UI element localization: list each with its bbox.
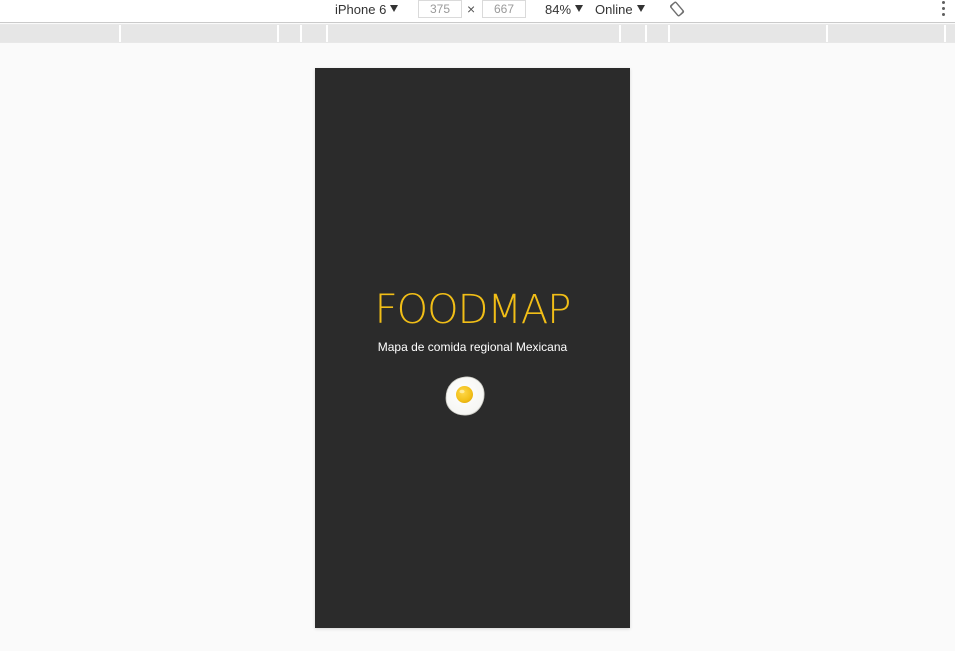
fried-egg-icon (443, 374, 487, 418)
media-query-bar (0, 24, 955, 43)
rotate-icon (669, 1, 685, 17)
width-input[interactable] (418, 0, 462, 18)
media-query-segment[interactable] (119, 25, 277, 42)
network-throttle-select[interactable]: Online (595, 0, 645, 22)
more-options-button[interactable] (938, 1, 948, 18)
media-query-segment[interactable] (0, 25, 119, 42)
media-query-segment[interactable] (645, 25, 668, 42)
app-title: FOODMAP (374, 287, 572, 333)
media-query-segment[interactable] (944, 25, 955, 42)
media-query-segment[interactable] (300, 25, 326, 42)
caret-down-icon (390, 5, 399, 12)
rotate-button[interactable] (669, 1, 685, 17)
network-select-label: Online (595, 2, 633, 17)
dimension-separator: × (467, 1, 476, 17)
media-query-segment[interactable] (277, 25, 300, 42)
more-vertical-icon (938, 1, 948, 16)
device-toolbar: iPhone 6 × 84% Online (0, 0, 955, 23)
device-select[interactable]: iPhone 6 (335, 0, 399, 22)
caret-down-icon (636, 5, 645, 12)
height-input[interactable] (482, 0, 526, 18)
caret-down-icon (575, 5, 584, 12)
device-viewport: FOODMAP Mapa de comida regional Mexicana (315, 68, 630, 628)
zoom-select[interactable]: 84% (545, 0, 584, 22)
zoom-select-label: 84% (545, 2, 572, 17)
device-select-label: iPhone 6 (335, 2, 387, 17)
media-query-segment[interactable] (326, 25, 619, 42)
media-query-segment[interactable] (619, 25, 645, 42)
media-query-segment[interactable] (826, 25, 944, 42)
app-subtitle: Mapa de comida regional Mexicana (377, 340, 568, 354)
media-query-segment[interactable] (668, 25, 826, 42)
